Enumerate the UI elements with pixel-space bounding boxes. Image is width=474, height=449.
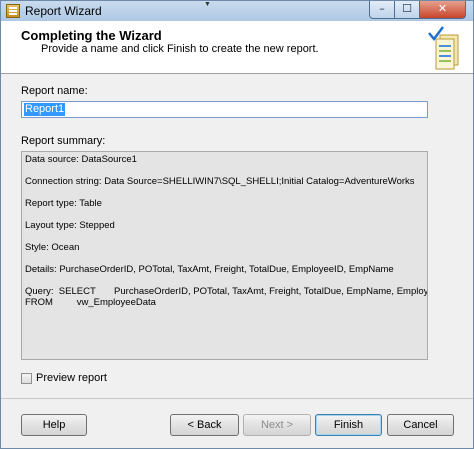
summary-line (25, 187, 424, 198)
back-button[interactable]: < Back (170, 414, 239, 436)
footer-divider (1, 398, 473, 399)
summary-line: Layout type: Stepped (25, 220, 115, 231)
finish-button[interactable]: Finish (315, 414, 382, 436)
summary-line: FROM vw_EmployeeData (25, 297, 156, 308)
window-title: Report Wizard (25, 4, 102, 18)
minimize-button[interactable]: – (369, 1, 395, 19)
close-button[interactable]: ✕ (419, 1, 466, 19)
report-name-input[interactable]: Report1 (21, 101, 428, 118)
report-wizard-window: Report Wizard ▼ – ☐ ✕ Completing the Wiz… (0, 0, 474, 449)
report-summary-label: Report summary: (21, 135, 106, 147)
summary-line: Connection string: Data Source=SHELLIWIN… (25, 176, 415, 187)
preview-report-checkbox[interactable] (21, 373, 32, 384)
summary-line: Style: Ocean (25, 242, 80, 253)
maximize-button[interactable]: ☐ (394, 1, 420, 19)
summary-line (25, 275, 424, 286)
report-wizard-app-icon (6, 4, 20, 18)
report-name-value: Report1 (24, 103, 66, 116)
wizard-report-icon (428, 26, 459, 70)
summary-line: Details: PurchaseOrderID, POTotal, TaxAm… (25, 264, 394, 275)
summary-line (25, 209, 424, 220)
help-button[interactable]: Help (21, 414, 87, 436)
preview-report-label[interactable]: Preview report (36, 372, 107, 384)
cancel-button[interactable]: Cancel (387, 414, 454, 436)
title-bar[interactable]: Report Wizard ▼ – ☐ ✕ (1, 1, 473, 21)
summary-line: Query: SELECT PurchaseOrderID, POTotal, … (25, 286, 428, 297)
caret-down-icon: ▼ (204, 1, 211, 8)
page-description: Provide a name and click Finish to creat… (41, 43, 319, 55)
page-title: Completing the Wizard (21, 28, 162, 43)
summary-line (25, 231, 424, 242)
next-button: Next > (243, 414, 311, 436)
summary-line: Report type: Table (25, 198, 102, 209)
wizard-header: Completing the Wizard Provide a name and… (1, 21, 473, 74)
summary-line: Data source: DataSource1 (25, 154, 137, 165)
report-summary-box[interactable]: Data source: DataSource1 Connection stri… (21, 151, 428, 360)
summary-line (25, 253, 424, 264)
report-name-label: Report name: (21, 85, 88, 97)
summary-line (25, 165, 424, 176)
